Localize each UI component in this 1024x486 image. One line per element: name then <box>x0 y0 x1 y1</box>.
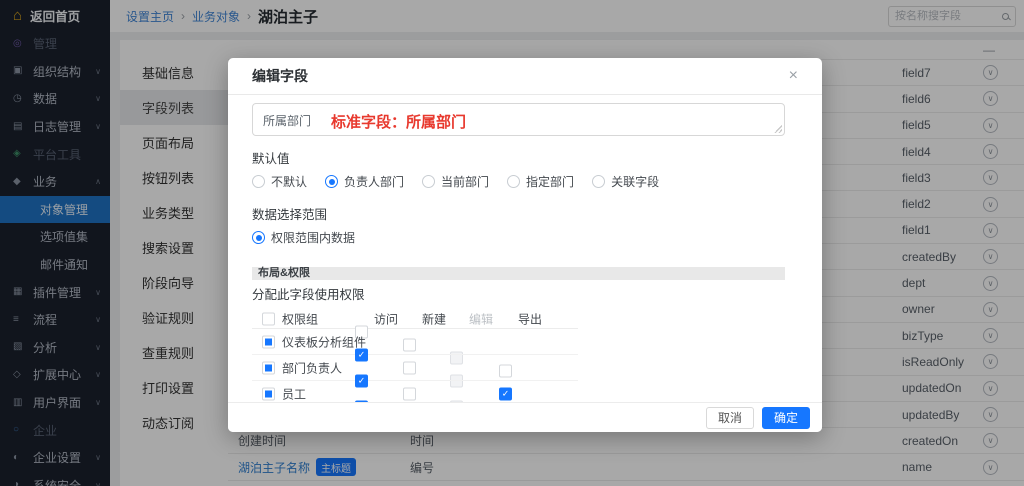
modal-footer: 取消 确定 <box>228 402 822 432</box>
modal-title: 编辑字段 <box>252 66 308 86</box>
edit-field-modal: 编辑字段 × 所属部门 标准字段：所属部门 默认值 不默认 负责人部门 <box>228 58 822 432</box>
radio-no-default[interactable]: 不默认 <box>252 173 307 190</box>
permission-header-row: 权限组 访问 新建 编辑 导出 <box>252 309 578 329</box>
resize-handle[interactable] <box>774 125 782 133</box>
radio-related-field[interactable]: 关联字段 <box>592 173 659 190</box>
data-scope-label: 数据选择范围 <box>252 204 798 223</box>
radio-specified-dept[interactable]: 指定部门 <box>507 173 574 190</box>
permission-row: 部门负责人 <box>252 355 578 381</box>
permission-table: 权限组 访问 新建 编辑 导出 仪表板分析组件 <box>252 309 578 402</box>
row-select-checkbox[interactable] <box>262 361 275 374</box>
radio-permission-scope[interactable]: 权限范围内数据 <box>252 229 355 246</box>
permission-row: 员工 <box>252 381 578 402</box>
permission-row-list: 仪表板分析组件 部门负责人 <box>252 329 578 402</box>
data-scope-radios: 权限范围内数据 <box>252 229 798 246</box>
field-name-textarea[interactable]: 所属部门 标准字段：所属部门 <box>252 103 785 136</box>
radio-owner-dept[interactable]: 负责人部门 <box>325 173 404 190</box>
default-value-label: 默认值 <box>252 148 798 167</box>
radio-current-dept[interactable]: 当前部门 <box>422 173 489 190</box>
confirm-button[interactable]: 确定 <box>762 407 810 429</box>
permission-row: 仪表板分析组件 <box>252 329 578 355</box>
red-annotation: 标准字段：所属部门 <box>331 111 466 132</box>
modal-header: 编辑字段 × <box>228 58 822 95</box>
close-icon[interactable]: × <box>789 68 798 84</box>
layout-permission-section-bar: 布局&权限 <box>252 267 785 280</box>
default-value-radios: 不默认 负责人部门 当前部门 指定部门 关联字段 <box>252 173 798 190</box>
cancel-button[interactable]: 取消 <box>706 407 754 429</box>
app-root: ⌂ 返回首页 ◎ 管理 ▣ 组织结构 ∨ ◷ 数据 ∨ ▤ 日志管理 ∨ ◈ 平… <box>0 0 1024 486</box>
row-select-checkbox[interactable] <box>262 335 275 348</box>
permission-group-checkbox[interactable] <box>262 312 275 325</box>
field-name-value: 所属部门 <box>263 112 311 129</box>
modal-body: 所属部门 标准字段：所属部门 默认值 不默认 负责人部门 当前部门 <box>228 95 822 402</box>
row-select-checkbox[interactable] <box>262 387 275 400</box>
assign-permission-label: 分配此字段使用权限 <box>252 284 798 303</box>
